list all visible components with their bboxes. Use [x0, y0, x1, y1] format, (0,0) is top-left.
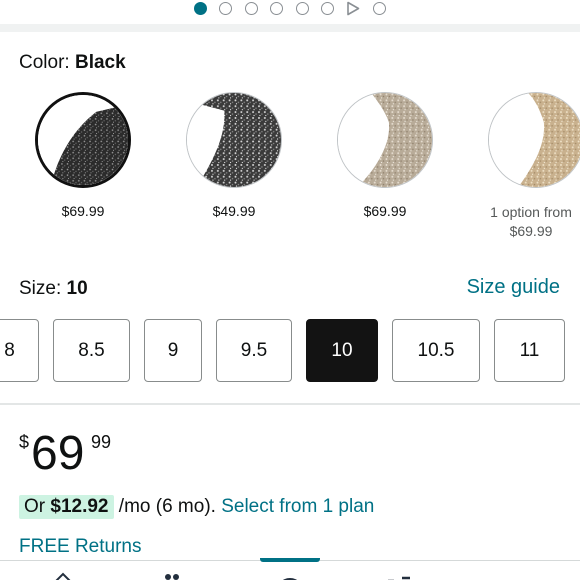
- swatch-price-4-line2: $69.99: [509, 223, 553, 239]
- size-option-8-5[interactable]: 8.5: [53, 319, 130, 382]
- monthly-term: /mo (6 mo).: [113, 496, 222, 517]
- select-plan-link[interactable]: Select from 1 plan: [221, 496, 374, 517]
- color-swatch-gold[interactable]: [488, 92, 580, 188]
- price-currency-symbol: $: [19, 432, 30, 452]
- size-label: Size: 10: [19, 278, 88, 299]
- home-icon[interactable]: [52, 569, 74, 580]
- size-option-10-5[interactable]: 10.5: [392, 319, 480, 382]
- color-label: Color: Black: [19, 52, 126, 73]
- swatch-price-3: $69.99: [363, 203, 407, 219]
- cart-icon[interactable]: [276, 569, 304, 580]
- size-option-9[interactable]: 9: [144, 319, 202, 382]
- carousel-dot-6[interactable]: [321, 2, 334, 15]
- selected-color-name: Black: [74, 52, 126, 73]
- price-fraction: 99: [91, 432, 112, 452]
- swatch-price-2: $49.99: [212, 203, 256, 219]
- free-returns-link[interactable]: FREE Returns: [19, 536, 141, 558]
- color-swatch-black-silver[interactable]: [186, 92, 282, 188]
- size-option-11[interactable]: 11: [494, 319, 565, 382]
- carousel-dot-7[interactable]: [373, 2, 386, 15]
- monthly-payment-highlight: Or $12.92: [19, 495, 114, 519]
- size-option-9-5[interactable]: 9.5: [216, 319, 292, 382]
- image-carousel-indicator: [0, 0, 580, 20]
- active-tab-indicator: [260, 558, 320, 562]
- section-divider: [0, 403, 580, 405]
- size-option-8[interactable]: 8: [0, 319, 39, 382]
- swatch-price-1: $69.99: [61, 203, 105, 219]
- color-swatch-black[interactable]: [35, 92, 131, 188]
- video-play-icon[interactable]: [346, 1, 360, 16]
- carousel-dot-1[interactable]: [194, 2, 207, 15]
- size-option-10[interactable]: 10: [306, 319, 378, 382]
- price-whole: 69: [31, 427, 85, 480]
- black-silver-glitter-shoe-image: [187, 93, 281, 187]
- carousel-dot-2[interactable]: [219, 2, 232, 15]
- champagne-glitter-shoe-image: [338, 93, 432, 187]
- selected-size-value: 10: [66, 278, 88, 299]
- profile-icon[interactable]: [158, 569, 186, 580]
- product-options-page: Color: Black $69.99 $49.99 $69.99 1 opti…: [0, 0, 580, 580]
- size-guide-link[interactable]: Size guide: [467, 276, 560, 299]
- color-swatch-champagne[interactable]: [337, 92, 433, 188]
- monthly-payment-offer: Or $12.92 /mo (6 mo). Select from 1 plan: [19, 495, 374, 519]
- swatch-price-4-line1: 1 option from: [490, 204, 572, 220]
- carousel-dot-3[interactable]: [245, 2, 258, 15]
- section-separator: [0, 24, 580, 32]
- swatch-price-4: 1 option from $69.99: [466, 203, 580, 241]
- carousel-dot-4[interactable]: [270, 2, 283, 15]
- bottom-navigation-bar: [0, 558, 580, 580]
- carousel-dot-5[interactable]: [296, 2, 309, 15]
- gold-glitter-shoe-image: [489, 93, 580, 187]
- monthly-amount: $12.92: [50, 496, 109, 517]
- menu-icon[interactable]: [384, 569, 414, 580]
- black-glitter-shoe-image: [38, 95, 128, 185]
